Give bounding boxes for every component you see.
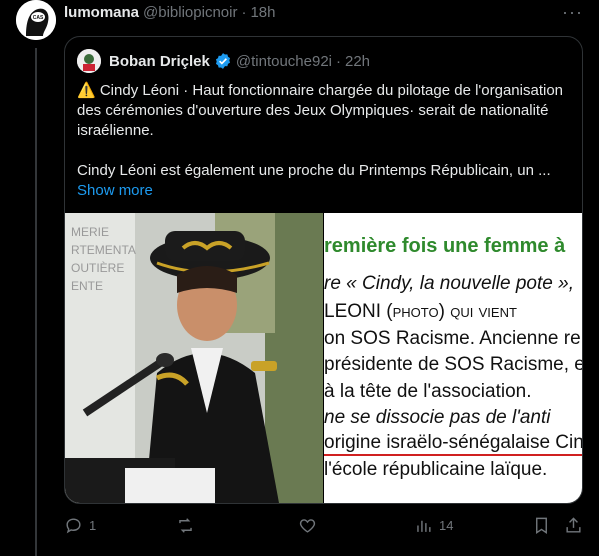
like-button[interactable] [298, 516, 323, 535]
photo-sign-line: ENTE [71, 279, 104, 293]
separator: · [241, 4, 247, 21]
clip-line: présidente de SOS Racisme, el [324, 354, 582, 375]
bookmark-icon [536, 517, 547, 534]
clip-line: LEONI (photo) qui vient [324, 301, 517, 322]
media-grid[interactable]: MERIE RTEMENTA OUTIÈRE ENTE remière fois… [65, 213, 582, 503]
quoted-avatar-icon [77, 49, 101, 73]
photo-woman-uniform[interactable]: MERIE RTEMENTA OUTIÈRE ENTE [65, 213, 323, 503]
verified-badge-icon [215, 53, 230, 69]
clip-line: origine israëlo-sénégalaise Cin [324, 432, 582, 456]
avatar-logo-icon: CAS [16, 0, 56, 40]
thread-line [35, 48, 37, 556]
photo-sign-line: MERIE [71, 225, 110, 239]
share-icon [566, 517, 581, 533]
show-more-link[interactable]: Show more [77, 181, 572, 201]
retweet-icon [179, 518, 192, 533]
clip-line: à la tête de l'association. [324, 381, 532, 402]
clip-line: re « Cindy, la nouvelle pote », [324, 273, 574, 294]
reply-button[interactable]: 1 [64, 516, 96, 535]
clip-line: l'école républicaine laïque. [324, 459, 548, 480]
views-button[interactable]: 14 [414, 516, 453, 535]
handle[interactable]: @bibliopicnoir [143, 4, 237, 21]
quoted-separator: · [336, 52, 341, 70]
quoted-tweet[interactable]: Boban Driçlek @tintouche92i · 22h ⚠️ Cin… [64, 36, 583, 504]
quoted-handle[interactable]: @tintouche92i [236, 53, 332, 70]
quoted-display-name[interactable]: Boban Driçlek [109, 53, 210, 70]
quoted-avatar[interactable] [77, 49, 101, 73]
view-count: 14 [439, 518, 454, 533]
reply-icon [66, 518, 81, 534]
photo-sign-line: OUTIÈRE [71, 261, 125, 275]
article-clipping[interactable]: remière fois une femme à re « Cindy, la … [324, 213, 582, 503]
action-bar: 1 14 [64, 516, 584, 540]
clip-line: ne se dissocie pas de l'anti [324, 407, 551, 428]
retweet-button[interactable] [176, 516, 201, 535]
quoted-paragraph-1: ⚠️ Cindy Léoni · Haut fonctionnaire char… [77, 82, 564, 139]
clip-line: on SOS Racisme. Ancienne re [324, 328, 581, 349]
quoted-timestamp[interactable]: 22h [345, 53, 370, 70]
svg-text:CAS: CAS [33, 15, 44, 21]
display-name[interactable]: lumomana [64, 4, 139, 21]
analytics-icon [417, 520, 431, 532]
quoted-header: Boban Driçlek @tintouche92i · 22h [77, 49, 370, 73]
heart-icon [299, 519, 316, 533]
more-options-button[interactable]: ··· [562, 2, 583, 23]
avatar[interactable]: CAS [16, 0, 56, 40]
tweet-header: lumomana @bibliopicnoir · 18h [64, 4, 276, 21]
timestamp[interactable]: 18h [250, 4, 275, 21]
photo-background-sign: MERIE RTEMENTA OUTIÈRE ENTE [71, 223, 136, 295]
quoted-paragraph-2: Cindy Léoni est également une proche du … [77, 162, 551, 179]
reply-count: 1 [89, 518, 97, 533]
quoted-text: ⚠️ Cindy Léoni · Haut fonctionnaire char… [77, 81, 572, 201]
bookmark-button[interactable] [532, 516, 551, 535]
share-button[interactable] [564, 516, 583, 535]
photo-sign-line: RTEMENTA [71, 243, 136, 257]
clip-line: remière fois une femme à [324, 235, 566, 257]
